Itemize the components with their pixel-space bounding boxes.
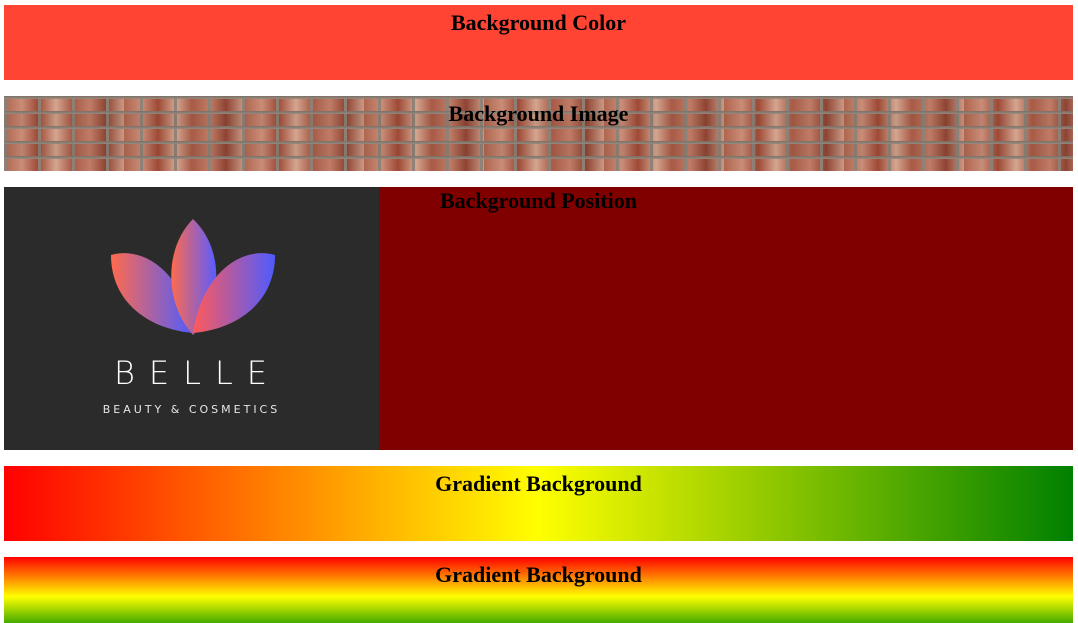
background-image-section: Background Image (4, 96, 1073, 171)
section-heading: Gradient Background (435, 562, 642, 587)
belle-tagline: BEAUTY & COSMETICS (102, 403, 281, 416)
vertical-gradient-section: Gradient Background (4, 557, 1073, 623)
section-heading: Gradient Background (435, 471, 642, 496)
section-heading: Background Color (450, 10, 626, 35)
section-heading: Background Position (439, 188, 638, 213)
section-heading: Background Image (448, 101, 629, 126)
background-color-section: Background Color (4, 5, 1073, 80)
horizontal-gradient-section: Gradient Background (4, 466, 1073, 541)
belle-logo-image: BELLE BEAUTY & COSMETICS (4, 187, 379, 450)
background-position-section: BELLE BEAUTY & COSMETICS Background Posi… (4, 187, 1073, 450)
lotus-icon (111, 219, 275, 335)
belle-wordmark: BELLE (113, 354, 282, 392)
